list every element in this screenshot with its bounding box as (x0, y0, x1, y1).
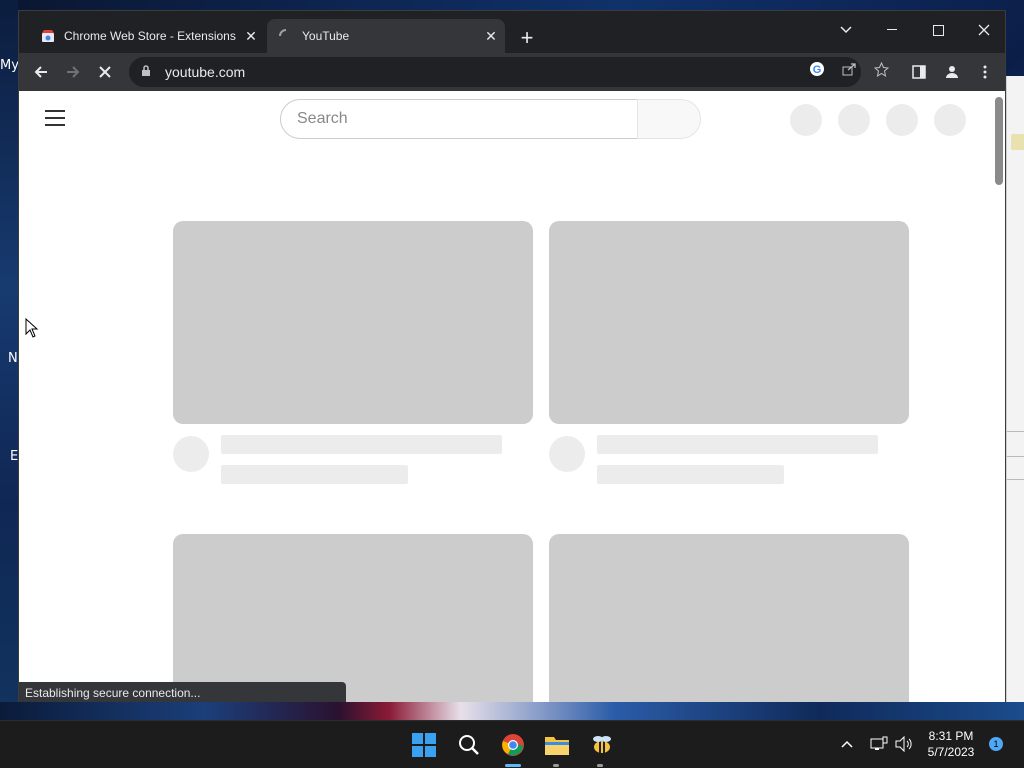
scrollbar-thumb[interactable] (995, 97, 1003, 185)
url-text: youtube.com (165, 64, 246, 80)
minimize-button[interactable] (869, 15, 915, 45)
header-icon-placeholder[interactable] (886, 104, 918, 136)
system-clock[interactable]: 8:31 PM 5/7/2023 (916, 728, 986, 760)
search-icon[interactable] (455, 731, 483, 759)
browser-window: Chrome Web Store - Extensions ✕ YouTube … (18, 10, 1006, 702)
search-button[interactable] (637, 99, 701, 139)
taskbar: 8:31 PM 5/7/2023 1 (0, 720, 1024, 768)
channel-avatar-placeholder (549, 436, 585, 472)
clock-date: 5/7/2023 (927, 745, 975, 759)
mouse-cursor-icon (25, 318, 39, 338)
stop-loading-button[interactable] (91, 58, 119, 86)
tab-title: YouTube (302, 29, 350, 43)
volume-icon[interactable] (893, 733, 915, 755)
svg-text:G: G (813, 64, 822, 76)
title-line-placeholder (221, 435, 502, 454)
bookmark-star-icon[interactable] (870, 58, 892, 80)
address-bar[interactable]: youtube.com (129, 57, 861, 87)
menu-kebab-icon[interactable] (971, 58, 999, 86)
tab-strip: Chrome Web Store - Extensions ✕ YouTube … (19, 11, 1005, 53)
tab-youtube[interactable]: YouTube ✕ (267, 19, 505, 53)
video-thumbnail-placeholder[interactable] (549, 221, 909, 424)
new-tab-button[interactable]: + (515, 25, 539, 50)
show-hidden-icons-chevron-icon[interactable] (836, 733, 858, 755)
hamburger-menu-icon[interactable] (45, 110, 65, 126)
windows-start-icon[interactable] (410, 731, 438, 759)
share-icon[interactable] (838, 58, 860, 80)
desktop-icon-label[interactable]: N (8, 351, 18, 366)
close-tab-icon[interactable]: ✕ (241, 26, 261, 46)
desktop-icon-label[interactable]: E (10, 449, 18, 464)
meta-line-placeholder (597, 465, 784, 484)
avatar[interactable] (934, 104, 966, 136)
browser-toolbar: youtube.com G (19, 53, 1005, 91)
close-tab-icon[interactable]: ✕ (481, 26, 501, 46)
search-placeholder: Search (297, 110, 348, 127)
tab-chrome-web-store[interactable]: Chrome Web Store - Extensions ✕ (29, 19, 265, 53)
close-window-button[interactable] (961, 15, 1007, 45)
channel-avatar-placeholder (173, 436, 209, 472)
lock-icon[interactable] (141, 64, 155, 80)
side-panel-icon[interactable] (905, 58, 933, 86)
loading-spinner-icon (279, 29, 293, 43)
forward-button[interactable] (59, 58, 87, 86)
clock-time: 8:31 PM (928, 729, 974, 743)
chrome-taskbar-icon[interactable] (499, 731, 527, 759)
page-viewport: Search Establishing secure connection... (19, 91, 1005, 702)
status-bubble: Establishing secure connection... (19, 682, 346, 702)
file-explorer-icon[interactable] (543, 731, 571, 759)
maximize-button[interactable] (915, 15, 961, 45)
tab-search-icon[interactable] (823, 15, 869, 45)
desktop-icon-label[interactable]: My (0, 58, 19, 73)
meta-line-placeholder (221, 465, 408, 484)
back-button[interactable] (27, 58, 55, 86)
running-app-indicator (597, 764, 603, 767)
chrome-web-store-icon (41, 29, 55, 43)
video-thumbnail-placeholder[interactable] (549, 534, 909, 702)
video-thumbnail-placeholder[interactable] (173, 221, 533, 424)
video-thumbnail-placeholder[interactable] (173, 534, 533, 702)
background-window (1006, 76, 1024, 702)
active-app-indicator (505, 764, 521, 767)
notification-badge[interactable]: 1 (989, 737, 1003, 751)
google-lens-icon[interactable]: G (806, 58, 828, 80)
profile-icon[interactable] (938, 58, 966, 86)
tab-title: Chrome Web Store - Extensions (64, 29, 236, 43)
header-icon-placeholder[interactable] (790, 104, 822, 136)
header-icon-placeholder[interactable] (838, 104, 870, 136)
network-icon[interactable] (868, 733, 890, 755)
title-line-placeholder (597, 435, 878, 454)
bee-app-icon[interactable] (588, 731, 616, 759)
running-app-indicator (553, 764, 559, 767)
search-input[interactable]: Search (280, 99, 638, 139)
desktop-wallpaper (0, 702, 1024, 720)
